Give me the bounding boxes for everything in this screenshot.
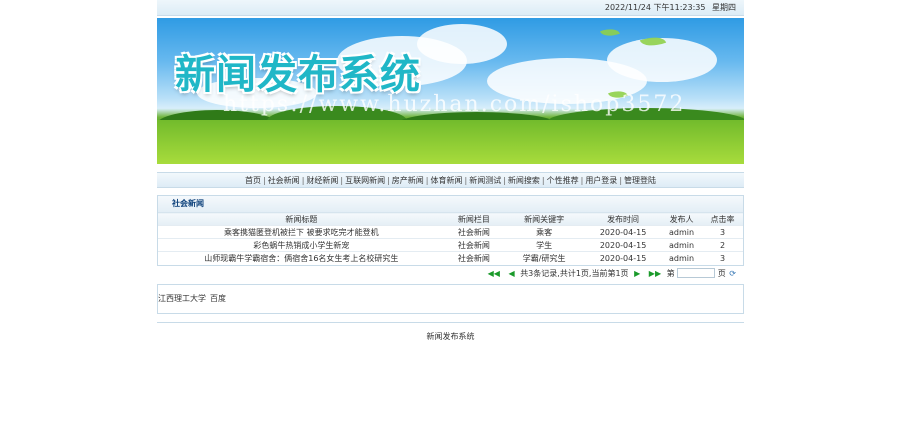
news-clicks: 3 (702, 225, 743, 239)
nav-separator: | (503, 176, 506, 185)
news-category: 社会新闻 (444, 238, 504, 252)
goto-page-input[interactable] (677, 268, 716, 278)
nav-item[interactable]: 个性推荐 (547, 176, 579, 185)
news-keyword: 学霸/研究生 (503, 251, 586, 265)
link-baidu[interactable]: 百度 (210, 294, 226, 303)
nav-item[interactable]: 管理登陆 (624, 176, 656, 185)
news-author: admin (661, 238, 703, 252)
nav-item[interactable]: 互联网新闻 (345, 176, 385, 185)
nav-separator: | (425, 176, 429, 185)
news-author: admin (661, 251, 703, 265)
table-header-row: 新闻标题 新闻栏目 新闻关键字 发布时间 发布人 点击率 (158, 212, 743, 226)
col-clicks: 点击率 (702, 212, 743, 226)
news-category: 社会新闻 (444, 225, 504, 239)
nav-separator: | (580, 176, 584, 185)
col-keyword: 新闻关键字 (503, 212, 586, 226)
news-date: 2020-04-15 (585, 238, 662, 252)
table-row: 山师现霸牛学霸宿舍：俩宿舍16名女生考上名校研究生 社会新闻 学霸/研究生 20… (158, 251, 743, 265)
goto-suffix: 页 (717, 268, 726, 278)
news-author: admin (661, 225, 703, 239)
news-clicks: 2 (702, 238, 743, 252)
footer: 新闻发布系统 (157, 321, 744, 342)
col-author: 发布人 (661, 212, 703, 226)
news-table: 新闻标题 新闻栏目 新闻关键字 发布时间 发布人 点击率 乘客携猫匿登机被拦下 … (158, 212, 743, 265)
col-date: 发布时间 (585, 212, 662, 226)
pager: ◀◀ ◀ 共3条记录,共计1页,当前第1页 ▶ ▶▶ 第 页 ⟳ (157, 267, 744, 280)
current-datetime: 2022/11/24 下午11:23:35 (604, 3, 706, 12)
leaf-decoration-icon (600, 25, 620, 40)
nav-item[interactable]: 房产新闻 (392, 176, 424, 185)
nav-separator: | (619, 176, 623, 185)
nav-item[interactable]: 财经新闻 (306, 176, 338, 185)
prev-page-icon[interactable]: ◀ (508, 267, 514, 280)
news-panel: 社会新闻 新闻标题 新闻栏目 新闻关键字 发布时间 发布人 点击率 乘客携猫匿登… (157, 195, 744, 266)
news-category: 社会新闻 (444, 251, 504, 265)
news-title-link[interactable]: 彩色蜗牛热销成小学生新宠 (253, 241, 349, 250)
nav-item[interactable]: 首页 (245, 176, 261, 185)
table-row: 乘客携猫匿登机被拦下 被要求吃完才能登机 社会新闻 乘客 2020-04-15 … (158, 225, 743, 239)
news-title-link[interactable]: 乘客携猫匿登机被拦下 被要求吃完才能登机 (224, 228, 379, 237)
news-clicks: 3 (702, 251, 743, 265)
go-icon[interactable]: ⟳ (729, 267, 736, 280)
link-jxust[interactable]: 江西理工大学 (158, 294, 206, 303)
last-page-icon[interactable]: ▶▶ (649, 267, 661, 280)
nav-separator: | (301, 176, 305, 185)
nav-separator: | (262, 176, 266, 185)
nav-separator: | (541, 176, 545, 185)
nav-item[interactable]: 体育新闻 (431, 176, 463, 185)
nav-item[interactable]: 新闻搜索 (508, 176, 540, 185)
goto-prefix: 第 (666, 268, 675, 278)
news-date: 2020-04-15 (585, 225, 662, 239)
nav-item[interactable]: 新闻测试 (469, 176, 501, 185)
panel-title: 社会新闻 (158, 196, 743, 212)
page-container: 2022/11/24 下午11:23:35 星期四 新闻发布系统 https:/… (157, 0, 744, 342)
friend-links: 江西理工大学 百度 (157, 283, 744, 314)
banner: 新闻发布系统 https://www.huzhan.com/ishop3572 (157, 18, 744, 164)
news-title-link[interactable]: 山师现霸牛学霸宿舍：俩宿舍16名女生考上名校研究生 (204, 254, 398, 263)
news-keyword: 乘客 (503, 225, 586, 239)
next-page-icon[interactable]: ▶ (634, 267, 640, 280)
col-category: 新闻栏目 (444, 212, 504, 226)
news-keyword: 学生 (503, 238, 586, 252)
top-bar: 2022/11/24 下午11:23:35 星期四 (157, 0, 744, 16)
nav-separator: | (340, 176, 344, 185)
nav-item[interactable]: 社会新闻 (268, 176, 300, 185)
nav-item[interactable]: 用户登录 (585, 176, 617, 185)
table-row: 彩色蜗牛热销成小学生新宠 社会新闻 学生 2020-04-15 admin 2 (158, 238, 743, 252)
news-date: 2020-04-15 (585, 251, 662, 265)
banner-watermark: https://www.huzhan.com/ishop3572 (223, 92, 686, 117)
col-title: 新闻标题 (158, 212, 445, 226)
nav-separator: | (387, 176, 390, 185)
current-weekday: 星期四 (712, 3, 736, 12)
pager-summary: 共3条记录,共计1页,当前第1页 (520, 268, 629, 278)
main-nav: 首页 | 社会新闻 | 财经新闻 | 互联网新闻 | 房产新闻 | 体育新闻 | 新闻测试 | 新闻搜索 | 个… (157, 172, 744, 188)
first-page-icon[interactable]: ◀◀ (488, 267, 500, 280)
nav-separator: | (464, 176, 468, 185)
